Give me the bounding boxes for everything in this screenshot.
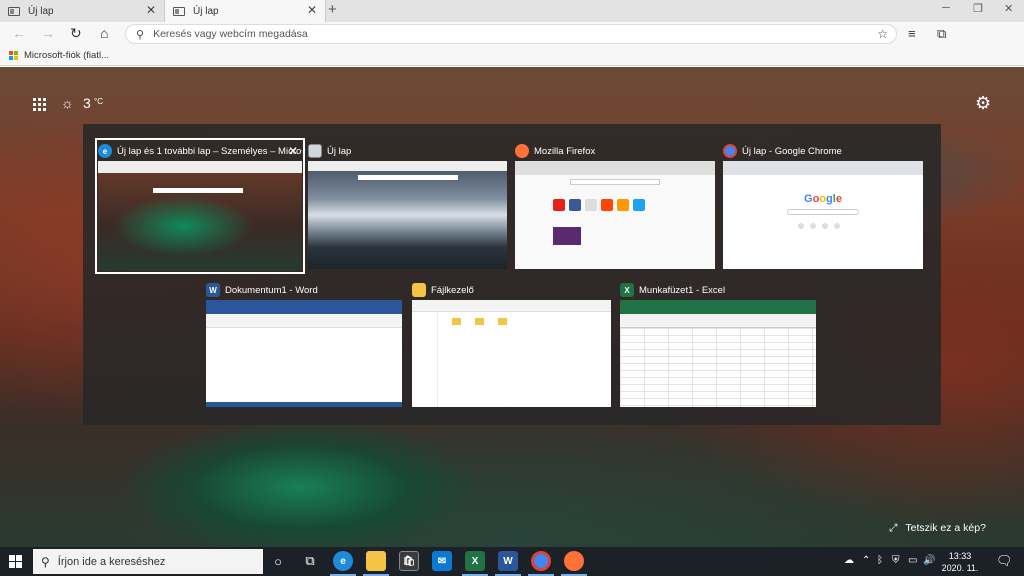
excel-taskbar-icon[interactable]: X [465,551,485,571]
minimize-icon[interactable]: ─ [942,2,950,14]
toolbar: ← → ↻ ⌂ ⚲ Keresés vagy webcím megadása ☆… [0,22,1024,64]
address-placeholder: Keresés vagy webcím megadása [153,28,308,40]
window-title: Új lap és 1 további lap – Személyes – Mi… [117,145,302,157]
switcher-window-excel[interactable]: X Munkafüzet1 - Excel [620,280,816,407]
close-icon[interactable]: ✕ [307,3,317,17]
start-button[interactable] [9,555,22,568]
task-switcher: e Új lap és 1 további lap – Személyes – … [83,124,941,425]
window-title: Új lap [327,145,352,157]
page-icon [173,6,185,16]
favorite-star-icon[interactable]: ☆ [877,27,888,41]
close-icon[interactable]: ✕ [146,3,156,17]
taskbar-search-placeholder: Írjon ide a kereséshez [57,555,166,568]
tab-2-title: Új lap [193,5,219,17]
close-icon[interactable]: ✕ [288,144,298,158]
app-launcher-icon[interactable] [33,98,46,111]
bookmark-microsoft-account[interactable]: Microsoft-fiók (fiatl... [24,50,109,61]
new-tab-button[interactable]: + [328,1,337,18]
home-icon[interactable]: ⌂ [100,25,108,41]
weather-cloud-icon[interactable]: ☁ [844,555,854,566]
window-title: Új lap - Google Chrome [742,145,842,157]
settings-gear-icon[interactable]: ⚙ [975,93,991,114]
taskbar: ⚲ Írjon ide a kereséshez ○ ⧉ e 🛍 ✉ X W ☁… [0,547,1024,576]
switcher-window-word[interactable]: W Dokumentum1 - Word [206,280,402,407]
task-view-icon[interactable]: ⧉ [300,551,320,571]
cortana-icon[interactable]: ○ [268,551,288,571]
tab-2[interactable]: Új lap ✕ [164,0,326,22]
window-preview [98,161,302,271]
window-preview [620,300,816,407]
like-image-link[interactable]: ⤢ Tetszik ez a kép? [889,522,986,535]
security-icon[interactable]: ⛨ [892,555,900,566]
microsoft-logo-icon [9,51,18,60]
temperature-unit: °C [94,97,103,106]
page-icon [308,144,322,158]
bluetooth-icon[interactable]: ᛒ [877,555,883,566]
close-window-icon[interactable]: ✕ [1004,2,1013,15]
mail-taskbar-icon[interactable]: ✉ [432,551,452,571]
window-preview [206,300,402,407]
refresh-icon[interactable]: ↻ [70,25,82,42]
switcher-window-newtab[interactable]: Új lap [308,141,507,269]
collections-icon[interactable]: ⧉ [937,26,946,42]
tab-1[interactable]: Új lap ✕ [0,0,164,22]
switcher-window-chrome[interactable]: Új lap - Google Chrome Google [723,141,923,269]
explorer-taskbar-icon[interactable] [366,551,386,571]
page-icon [8,6,20,16]
expand-icon: ⤢ [889,522,898,534]
notification-icon[interactable]: 🗨 [996,553,1013,569]
desktop: Új lap ✕ Új lap ✕ + ─ ❐ ✕ ← → ↻ ⌂ ⚲ Kere… [0,0,1024,576]
new-tab-page: ☼ 3 °C ⚙ ⤢ Tetszik ez a kép? e Új lap és … [0,67,1024,547]
tab-1-title: Új lap [28,5,54,17]
edge-taskbar-icon[interactable]: e [333,551,353,571]
weather-sun-icon: ☼ [61,95,74,111]
maximize-icon[interactable]: ❐ [973,2,983,15]
window-preview: Google [723,161,923,269]
word-taskbar-icon[interactable]: W [498,551,518,571]
edge-icon: e [98,144,112,158]
window-title: Munkafüzet1 - Excel [639,284,726,296]
chrome-taskbar-icon[interactable] [531,551,551,571]
show-hidden-icons[interactable]: ⌃ [862,555,870,566]
firefox-taskbar-icon[interactable] [564,551,584,571]
volume-icon[interactable]: 🔊 [923,555,935,566]
switcher-window-explorer[interactable]: Fájlkezelő [412,280,611,407]
search-icon: ⚲ [41,554,50,569]
temperature[interactable]: 3 [83,95,91,111]
folder-icon [412,283,426,297]
network-icon[interactable]: ▭ [908,555,917,566]
address-bar[interactable]: ⚲ Keresés vagy webcím megadása ☆ [125,24,897,44]
clock[interactable]: 13:33 2020. 11. 22. [940,550,980,576]
firefox-icon [515,144,529,158]
like-image-text: Tetszik ez a kép? [905,522,986,534]
clock-date: 2020. 11. 22. [941,563,979,576]
forward-icon[interactable]: → [41,25,55,41]
clock-time: 13:33 [948,551,972,561]
search-icon: ⚲ [136,28,145,41]
google-logo: Google [804,193,842,205]
taskbar-search[interactable]: ⚲ Írjon ide a kereséshez [33,549,263,574]
favorites-icon[interactable]: ≡ [908,26,916,41]
chrome-icon [723,144,737,158]
switcher-window-firefox[interactable]: Mozilla Firefox [515,141,715,269]
window-preview [515,161,715,269]
window-title: Mozilla Firefox [534,145,596,157]
window-preview [412,300,611,407]
switcher-window-edge[interactable]: e Új lap és 1 további lap – Személyes – … [95,138,305,274]
window-preview [308,161,507,269]
store-taskbar-icon[interactable]: 🛍 [399,551,419,571]
tab-strip: Új lap ✕ Új lap ✕ + ─ ❐ ✕ [0,0,1024,22]
word-icon: W [206,283,220,297]
favorites-bar: Microsoft-fiók (fiatl... [0,46,1024,66]
back-icon[interactable]: ← [12,25,26,41]
window-title: Fájlkezelő [431,284,474,296]
window-title: Dokumentum1 - Word [225,284,318,296]
excel-icon: X [620,283,634,297]
